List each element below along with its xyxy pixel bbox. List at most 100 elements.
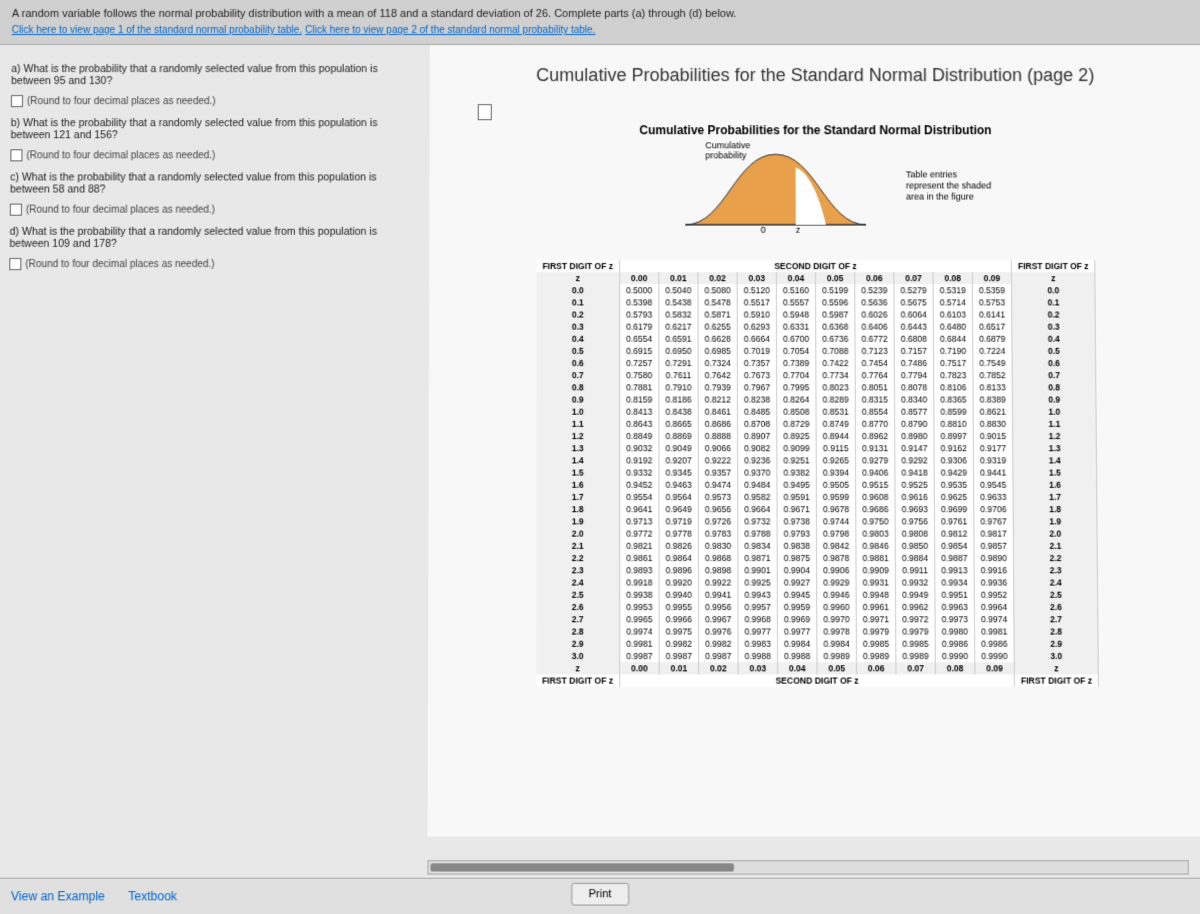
table-cell: 0.5478 (698, 296, 737, 308)
row-z-right: 1.5 (1013, 466, 1097, 478)
table-cell: 0.9979 (896, 625, 935, 637)
table-cell: 0.9756 (895, 515, 934, 527)
answer-input-d[interactable] (9, 258, 21, 270)
z-footer-left: z (536, 662, 620, 674)
row-z: 2.5 (536, 589, 620, 601)
table-cell: 0.7517 (934, 357, 973, 369)
table-cell: 0.7852 (973, 369, 1012, 381)
table-cell: 0.9916 (974, 564, 1013, 576)
table-cell: 0.6179 (620, 321, 659, 333)
view-example-link[interactable]: View an Example (11, 889, 105, 903)
table-cell: 0.5753 (972, 296, 1011, 308)
table-cell: 0.9699 (934, 503, 973, 515)
row-z: 2.3 (536, 564, 620, 576)
table-cell: 0.9986 (935, 638, 975, 650)
table-cell: 0.5438 (659, 296, 698, 308)
first-digit-bot-left: FIRST DIGIT OF z (536, 674, 620, 686)
print-button[interactable]: Print (571, 883, 629, 906)
table-cell: 0.9582 (738, 491, 777, 503)
col-header: 0.05 (816, 272, 855, 284)
table-cell: 0.8289 (816, 393, 855, 405)
table-cell: 0.5120 (737, 284, 776, 296)
table-cell: 0.9985 (896, 638, 936, 650)
row-z-right: 0.5 (1012, 345, 1096, 357)
table-cell: 0.9979 (856, 625, 895, 637)
table-cell: 0.9207 (659, 454, 698, 466)
row-z-right: 1.6 (1013, 479, 1097, 491)
table-cell: 0.9049 (659, 442, 698, 454)
col-footer: 0.03 (738, 662, 777, 674)
table-cell: 0.9429 (934, 466, 973, 478)
table-cell: 0.9192 (620, 454, 659, 466)
table-cell: 0.9988 (777, 650, 816, 662)
link-page1[interactable]: Click here to view page 1 of the standar… (12, 25, 302, 36)
row-z: 0.6 (536, 357, 619, 369)
row-z: 1.8 (536, 503, 620, 515)
table-cell: 0.7019 (737, 345, 776, 357)
table-cell: 0.9952 (974, 589, 1013, 601)
col-header: 0.04 (776, 272, 815, 284)
first-digit-top-left: FIRST DIGIT OF z (536, 260, 619, 272)
row-z: 1.9 (536, 515, 620, 527)
table-cell: 0.7967 (737, 381, 776, 393)
table-cell: 0.7422 (816, 357, 855, 369)
question-d: d) What is the probability that a random… (9, 226, 397, 250)
table-cell: 0.9961 (856, 601, 895, 613)
row-z: 1.1 (536, 418, 619, 430)
table-cell: 0.9452 (620, 479, 659, 491)
row-z-right: 2.4 (1014, 576, 1098, 588)
table-cell: 0.9898 (698, 564, 737, 576)
table-cell: 0.9951 (935, 589, 974, 601)
table-cell: 0.9987 (620, 650, 659, 662)
table-cell: 0.5987 (816, 308, 855, 320)
table-cell: 0.9713 (620, 515, 659, 527)
row-z-right: 2.3 (1014, 564, 1098, 576)
table-cell: 0.9850 (895, 540, 934, 552)
textbook-link[interactable]: Textbook (128, 889, 177, 903)
table-cell: 0.9783 (698, 527, 737, 539)
table-cell: 0.8980 (895, 430, 934, 442)
table-cell: 0.9441 (974, 466, 1013, 478)
row-z-right: 1.7 (1013, 491, 1097, 503)
table-cell: 0.6026 (855, 308, 894, 320)
table-cell: 0.9962 (896, 601, 935, 613)
link-page2[interactable]: Click here to view page 2 of the standar… (305, 25, 595, 36)
table-cell: 0.9967 (699, 613, 738, 625)
row-z: 1.0 (536, 406, 619, 418)
table-cell: 0.9941 (699, 589, 738, 601)
table-cell: 0.9463 (659, 479, 698, 491)
col-footer: 0.09 (975, 662, 1015, 674)
table-cell: 0.9985 (856, 638, 895, 650)
table-cell: 0.9983 (738, 638, 777, 650)
table-cell: 0.9656 (698, 503, 737, 515)
first-digit-top-right: FIRST DIGIT OF z (1011, 260, 1095, 272)
table-cell: 0.9115 (816, 442, 855, 454)
table-cell: 0.5359 (972, 284, 1011, 296)
copy-icon[interactable] (480, 106, 492, 120)
second-digit-bot: SECOND DIGIT OF z (620, 674, 1015, 686)
table-cell: 0.6985 (698, 345, 737, 357)
answer-input-b[interactable] (10, 149, 22, 161)
row-z: 0.8 (536, 381, 619, 393)
round-note-c: (Round to four decimal places as needed.… (26, 204, 215, 215)
table-cell: 0.9495 (777, 479, 816, 491)
table-cell: 0.9846 (856, 540, 895, 552)
table-cell: 0.7764 (855, 369, 894, 381)
table-cell: 0.8749 (816, 418, 855, 430)
table-cell: 0.8264 (777, 393, 816, 405)
horizontal-scrollbar[interactable] (427, 860, 1188, 874)
scroll-thumb[interactable] (430, 863, 734, 871)
table-cell: 0.9968 (738, 613, 777, 625)
answer-input-a[interactable] (11, 95, 23, 107)
table-cell: 0.9966 (659, 613, 698, 625)
col-footer: 0.06 (856, 662, 896, 674)
table-cell: 0.9706 (974, 503, 1013, 515)
table-cell: 0.9505 (816, 479, 855, 491)
table-cell: 0.9370 (738, 466, 777, 478)
table-cell: 0.7486 (894, 357, 933, 369)
table-cell: 0.9887 (935, 552, 974, 564)
answer-input-c[interactable] (10, 204, 22, 216)
table-cell: 0.5714 (933, 296, 972, 308)
table-cell: 0.9948 (856, 589, 895, 601)
problem-statement: A random variable follows the normal pro… (12, 8, 1188, 20)
